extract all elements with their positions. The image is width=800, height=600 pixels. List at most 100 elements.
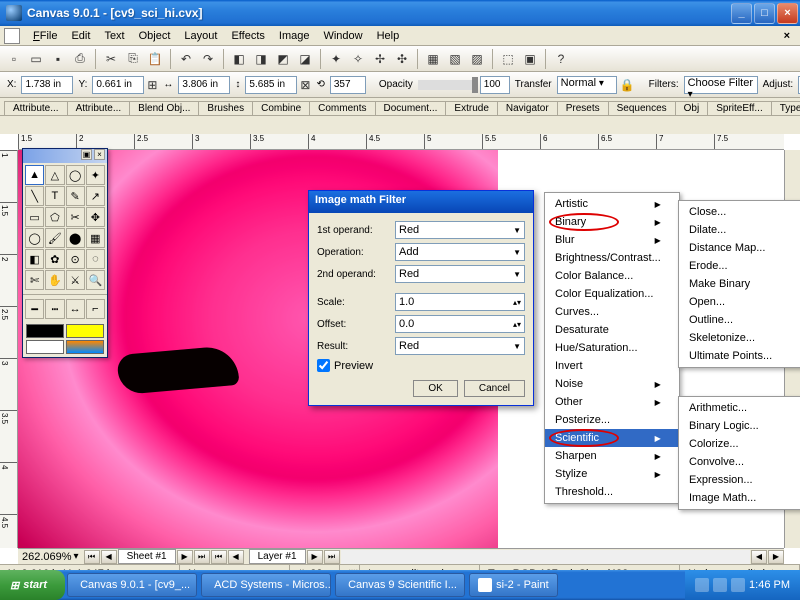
zoom-tool[interactable]: 🔍 [86, 270, 105, 290]
transfer-select[interactable]: Normal ▾ [557, 76, 617, 94]
height-input[interactable] [245, 76, 297, 94]
taskbar-task[interactable]: Canvas 9 Scientific I... [335, 573, 465, 597]
arrow-tool[interactable]: ↗ [86, 186, 105, 206]
undo-icon[interactable]: ↶ [176, 49, 196, 69]
op1-select[interactable]: Red▼ [395, 221, 525, 239]
sheet-tab[interactable]: Sheet #1 [118, 549, 176, 564]
palette-tab[interactable]: Document... [375, 101, 447, 115]
menu-image[interactable]: Image [272, 28, 317, 44]
ellipse-tool[interactable]: ◯ [25, 228, 44, 248]
operation-select[interactable]: Add▼ [395, 243, 525, 261]
menu-item[interactable]: Distance Map... [679, 239, 800, 257]
dash-style[interactable]: ┅ [45, 299, 64, 319]
menu-item[interactable]: Image Math... [679, 489, 800, 507]
spinner-icon[interactable]: ▴▾ [513, 320, 521, 329]
line-tool[interactable]: ╲ [25, 186, 44, 206]
knife-tool[interactable]: ⚔ [66, 270, 85, 290]
tool-icon[interactable]: ✧ [348, 49, 368, 69]
print-icon[interactable]: ⎙ [70, 49, 90, 69]
prev-sheet-button[interactable]: ◀ [101, 550, 117, 564]
next-sheet-button[interactable]: ▶ [177, 550, 193, 564]
last-layer-button[interactable]: ⏭ [324, 550, 340, 564]
menu-item[interactable]: Color Equalization... [545, 285, 679, 303]
redo-icon[interactable]: ↷ [198, 49, 218, 69]
menu-item[interactable]: Threshold... [545, 483, 679, 501]
tool-icon[interactable]: ▧ [445, 49, 465, 69]
maximize-button[interactable]: □ [754, 3, 775, 24]
x-input[interactable] [21, 76, 73, 94]
menu-item[interactable]: Make Binary [679, 275, 800, 293]
menu-text[interactable]: Text [97, 28, 131, 44]
palette-tab[interactable]: Brushes [198, 101, 253, 115]
prev-layer-button[interactable]: ◀ [228, 550, 244, 564]
new-icon[interactable]: ▫ [4, 49, 24, 69]
menu-item[interactable]: Curves... [545, 303, 679, 321]
menu-object[interactable]: Object [132, 28, 178, 44]
lasso-tool[interactable]: ◯ [66, 165, 85, 185]
fill-swatch[interactable] [26, 340, 64, 354]
arrow-style[interactable]: ↔ [66, 299, 85, 319]
start-button[interactable]: ⊞start [0, 570, 65, 600]
menu-file[interactable]: FFile [26, 28, 64, 44]
tool-icon[interactable]: ✦ [326, 49, 346, 69]
palette-tab[interactable]: Blend Obj... [129, 101, 199, 115]
minimize-button[interactable]: _ [731, 3, 752, 24]
tool-icon[interactable]: ✢ [370, 49, 390, 69]
filters-select[interactable]: Choose Filter ▾ [684, 76, 758, 94]
cancel-button[interactable]: Cancel [464, 380, 525, 397]
tool-icon[interactable]: ⬚ [498, 49, 518, 69]
help-icon[interactable]: ? [551, 49, 571, 69]
menu-item[interactable]: Outline... [679, 311, 800, 329]
scissors-tool[interactable]: ✄ [25, 270, 44, 290]
palette-tab[interactable]: Obj [675, 101, 709, 115]
menu-edit[interactable]: Edit [64, 28, 97, 44]
tool-icon[interactable]: ▣ [520, 49, 540, 69]
text-tool[interactable]: T [45, 186, 64, 206]
palette-tab[interactable]: SpriteEff... [707, 101, 772, 115]
join-style[interactable]: ⌐ [86, 299, 105, 319]
scroll-left-button[interactable]: ◀ [751, 550, 767, 564]
tray-icon[interactable] [695, 578, 709, 592]
menu-item[interactable]: Arithmetic... [679, 399, 800, 417]
menu-item[interactable]: Posterize... [545, 411, 679, 429]
menu-item[interactable]: Noise▶ [545, 375, 679, 393]
paste-icon[interactable]: 📋 [145, 49, 165, 69]
rect-tool[interactable]: ▭ [25, 207, 44, 227]
copy-icon[interactable]: ⎘ [123, 49, 143, 69]
scroll-right-button[interactable]: ▶ [768, 550, 784, 564]
menu-item[interactable]: Dilate... [679, 221, 800, 239]
menu-item[interactable]: Binary▶ [545, 213, 679, 231]
lock-aspect-icon[interactable]: ⊠ [299, 75, 311, 95]
palette-tab[interactable]: Sequences [608, 101, 676, 115]
menu-item[interactable]: Blur▶ [545, 231, 679, 249]
gradient-swatch[interactable] [66, 340, 104, 354]
palette-titlebar[interactable]: ▣ × [23, 149, 107, 163]
menu-item[interactable]: Colorize... [679, 435, 800, 453]
menu-item[interactable]: Erode... [679, 257, 800, 275]
selection-tool[interactable]: ▲ [25, 165, 44, 185]
tool-icon[interactable]: ▨ [467, 49, 487, 69]
palette-collapse-button[interactable]: ▣ [81, 149, 92, 160]
cut-icon[interactable]: ✂ [101, 49, 121, 69]
menu-item[interactable]: Sharpen▶ [545, 447, 679, 465]
tool-icon[interactable]: ◧ [229, 49, 249, 69]
close-button[interactable]: × [777, 3, 798, 24]
menu-item[interactable]: Scientific▶ [545, 429, 679, 447]
menu-item[interactable]: Convolve... [679, 453, 800, 471]
result-select[interactable]: Red▼ [395, 337, 525, 355]
palette-tab[interactable]: Extrude [445, 101, 497, 115]
next-layer-button[interactable]: ▶ [307, 550, 323, 564]
width-input[interactable] [178, 76, 230, 94]
zoom-readout[interactable]: 262.069% ▾ [18, 551, 83, 563]
crop-tool[interactable]: ✂ [66, 207, 85, 227]
fg-color-swatch[interactable] [26, 324, 64, 338]
first-sheet-button[interactable]: ⏮ [84, 550, 100, 564]
menu-window[interactable]: Window [316, 28, 369, 44]
preview-checkbox[interactable]: Preview [317, 359, 525, 372]
bg-color-swatch[interactable] [66, 324, 104, 338]
offset-input[interactable]: 0.0▴▾ [395, 315, 525, 333]
palette-tab[interactable]: Presets [557, 101, 609, 115]
layer-tab[interactable]: Layer #1 [249, 549, 306, 564]
horizontal-scrollbar[interactable] [341, 550, 750, 564]
ok-button[interactable]: OK [413, 380, 457, 397]
